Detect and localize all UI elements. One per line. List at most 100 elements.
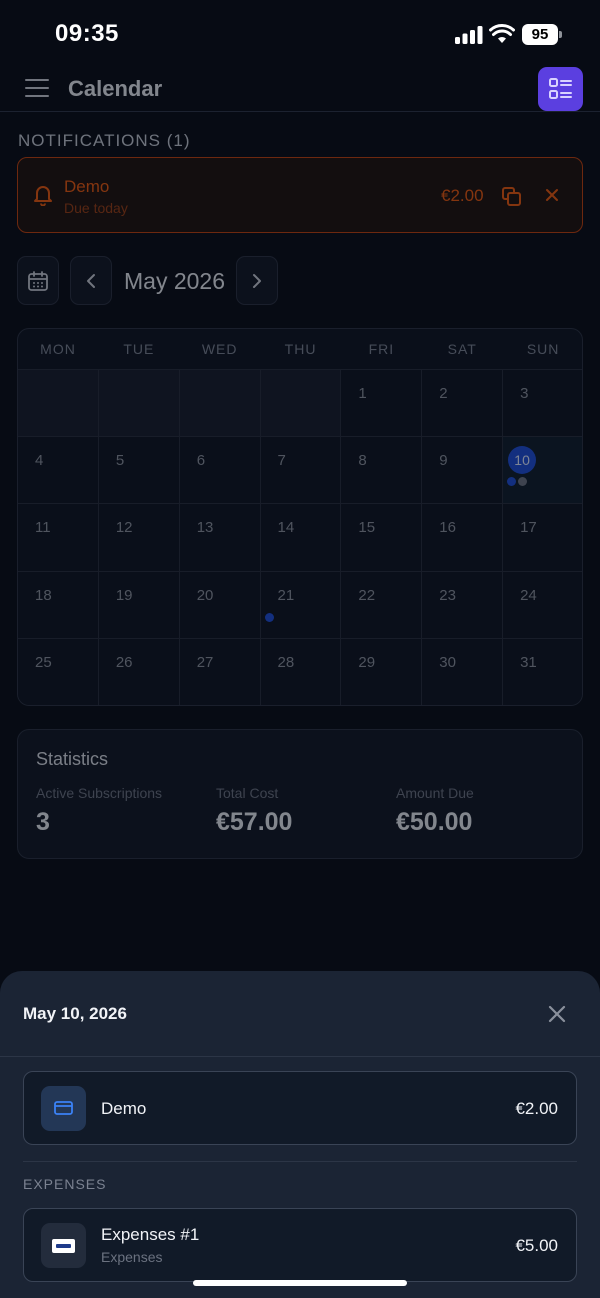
battery-icon: 95 [522,24,562,45]
chevron-left-icon [87,273,95,288]
expenses-section-label: EXPENSES [23,1176,107,1192]
dismiss-notification-icon[interactable] [544,187,560,203]
event-dot [518,477,528,487]
day-number: 16 [439,519,456,537]
calendar-day-21[interactable]: 21 [260,570,342,638]
calendar-icon [28,270,48,291]
calendar-day-9[interactable]: 9 [422,436,504,504]
calendar-day-15[interactable]: 15 [341,503,423,571]
subscription-name: Demo [101,1099,147,1118]
active-subscriptions-value: 3 [36,808,50,836]
calendar-day-12[interactable]: 12 [98,503,180,571]
battery-level: 95 [522,24,558,45]
calendar-day-20[interactable]: 20 [179,570,261,638]
calendar-day-18[interactable]: 18 [18,570,99,638]
day-number: 23 [439,586,456,604]
day-number: 6 [196,452,206,470]
expense-item[interactable]: Expenses #1 Expenses €5.00 [23,1208,577,1282]
day-number: 13 [196,519,214,537]
day-number: 31 [520,653,537,671]
calendar-empty-cell [18,369,99,437]
calendar-day-26[interactable]: 26 [98,637,180,705]
wifi-icon [489,24,515,43]
calendar-day-13[interactable]: 13 [179,503,261,571]
calendar-day-31[interactable]: 31 [503,637,582,705]
total-cost-value: €57.00 [216,808,293,836]
calendar-day-4[interactable]: 4 [18,436,99,504]
calendar-empty-cell [179,369,261,437]
day-number: 29 [358,653,376,671]
calendar-day-29[interactable]: 29 [341,637,423,705]
day-number: 4 [35,452,44,470]
day-number: 9 [439,452,448,470]
calendar-day-7[interactable]: 7 [260,436,342,504]
weekday-label: FRI [368,341,395,357]
paypal-logo-icon [52,1239,75,1253]
subscription-item-demo[interactable]: Demo €2.00 [23,1071,577,1145]
amount-due-label: Amount Due [396,785,474,801]
calendar-day-28[interactable]: 28 [260,637,342,705]
next-month-button[interactable] [236,256,278,305]
weekday-label: MON [40,341,76,357]
chevron-right-icon [253,273,261,288]
notification-amount: €2.00 [441,186,484,205]
statistics-title: Statistics [36,749,109,769]
copy-icon[interactable] [502,187,521,206]
day-number: 26 [115,653,133,671]
notification-card[interactable]: Demo Due today €2.00 [17,157,583,233]
home-indicator [193,1280,407,1286]
calendar-day-10[interactable]: 10 [503,436,582,504]
calendar-day-8[interactable]: 8 [341,436,423,504]
weekday-label: TUE [123,341,155,357]
expense-amount: €5.00 [515,1236,558,1255]
sheet-date-title: May 10, 2026 [23,1004,127,1023]
sheet-divider [0,1056,600,1057]
calendar-day-11[interactable]: 11 [18,503,99,571]
hamburger-menu-icon[interactable] [25,79,49,97]
calendar-day-2[interactable]: 2 [422,369,504,437]
day-number: 8 [358,452,367,470]
calendar-day-14[interactable]: 14 [260,503,342,571]
calendar-day-5[interactable]: 5 [98,436,180,504]
subscription-amount: €2.00 [515,1099,558,1118]
today-indicator: 10 [508,446,537,475]
calendar-day-30[interactable]: 30 [422,637,504,705]
day-number: 19 [115,586,133,604]
calendar-day-19[interactable]: 19 [98,570,180,638]
day-number: 24 [520,586,537,604]
calendar-day-16[interactable]: 16 [422,503,504,571]
calendar-empty-cell [98,369,180,437]
previous-month-button[interactable] [70,256,112,305]
day-detail-sheet: May 10, 2026 Demo €2.00 EXPENSES Expense… [0,971,600,1298]
calendar-day-24[interactable]: 24 [503,570,582,638]
calendar-day-27[interactable]: 27 [179,637,261,705]
expense-name: Expenses #1 [101,1225,200,1244]
cellular-signal-icon [455,26,483,44]
weekday-header: MON TUE WED THU FRI SAT SUN [18,329,582,369]
status-time: 09:35 [55,20,119,47]
list-view-toggle-button[interactable] [538,67,583,111]
calendar-day-6[interactable]: 6 [179,436,261,504]
notification-title: Demo [64,177,110,196]
day-number: 30 [439,653,456,671]
day-number: 14 [277,519,295,537]
day-number: 20 [196,586,214,604]
notification-subtitle: Due today [64,200,128,216]
calendar-day-17[interactable]: 17 [503,503,582,571]
close-sheet-icon[interactable] [547,1004,567,1024]
calendar-day-1[interactable]: 1 [341,369,423,437]
calendar-picker-button[interactable] [17,256,59,305]
calendar-day-22[interactable]: 22 [341,570,423,638]
calendar-day-23[interactable]: 23 [422,570,504,638]
day-number: 2 [439,385,448,402]
day-number: 12 [115,519,133,537]
credit-card-icon [54,1101,73,1115]
weekday-label: SUN [526,341,560,357]
statistics-card: Statistics Active Subscriptions 3 Total … [17,729,583,859]
app-header: Calendar [0,64,600,112]
calendar-day-3[interactable]: 3 [503,369,582,437]
weekday-label: SAT [447,341,477,357]
total-cost-label: Total Cost [216,785,279,801]
calendar-day-25[interactable]: 25 [18,637,99,705]
page-title: Calendar [68,76,163,101]
